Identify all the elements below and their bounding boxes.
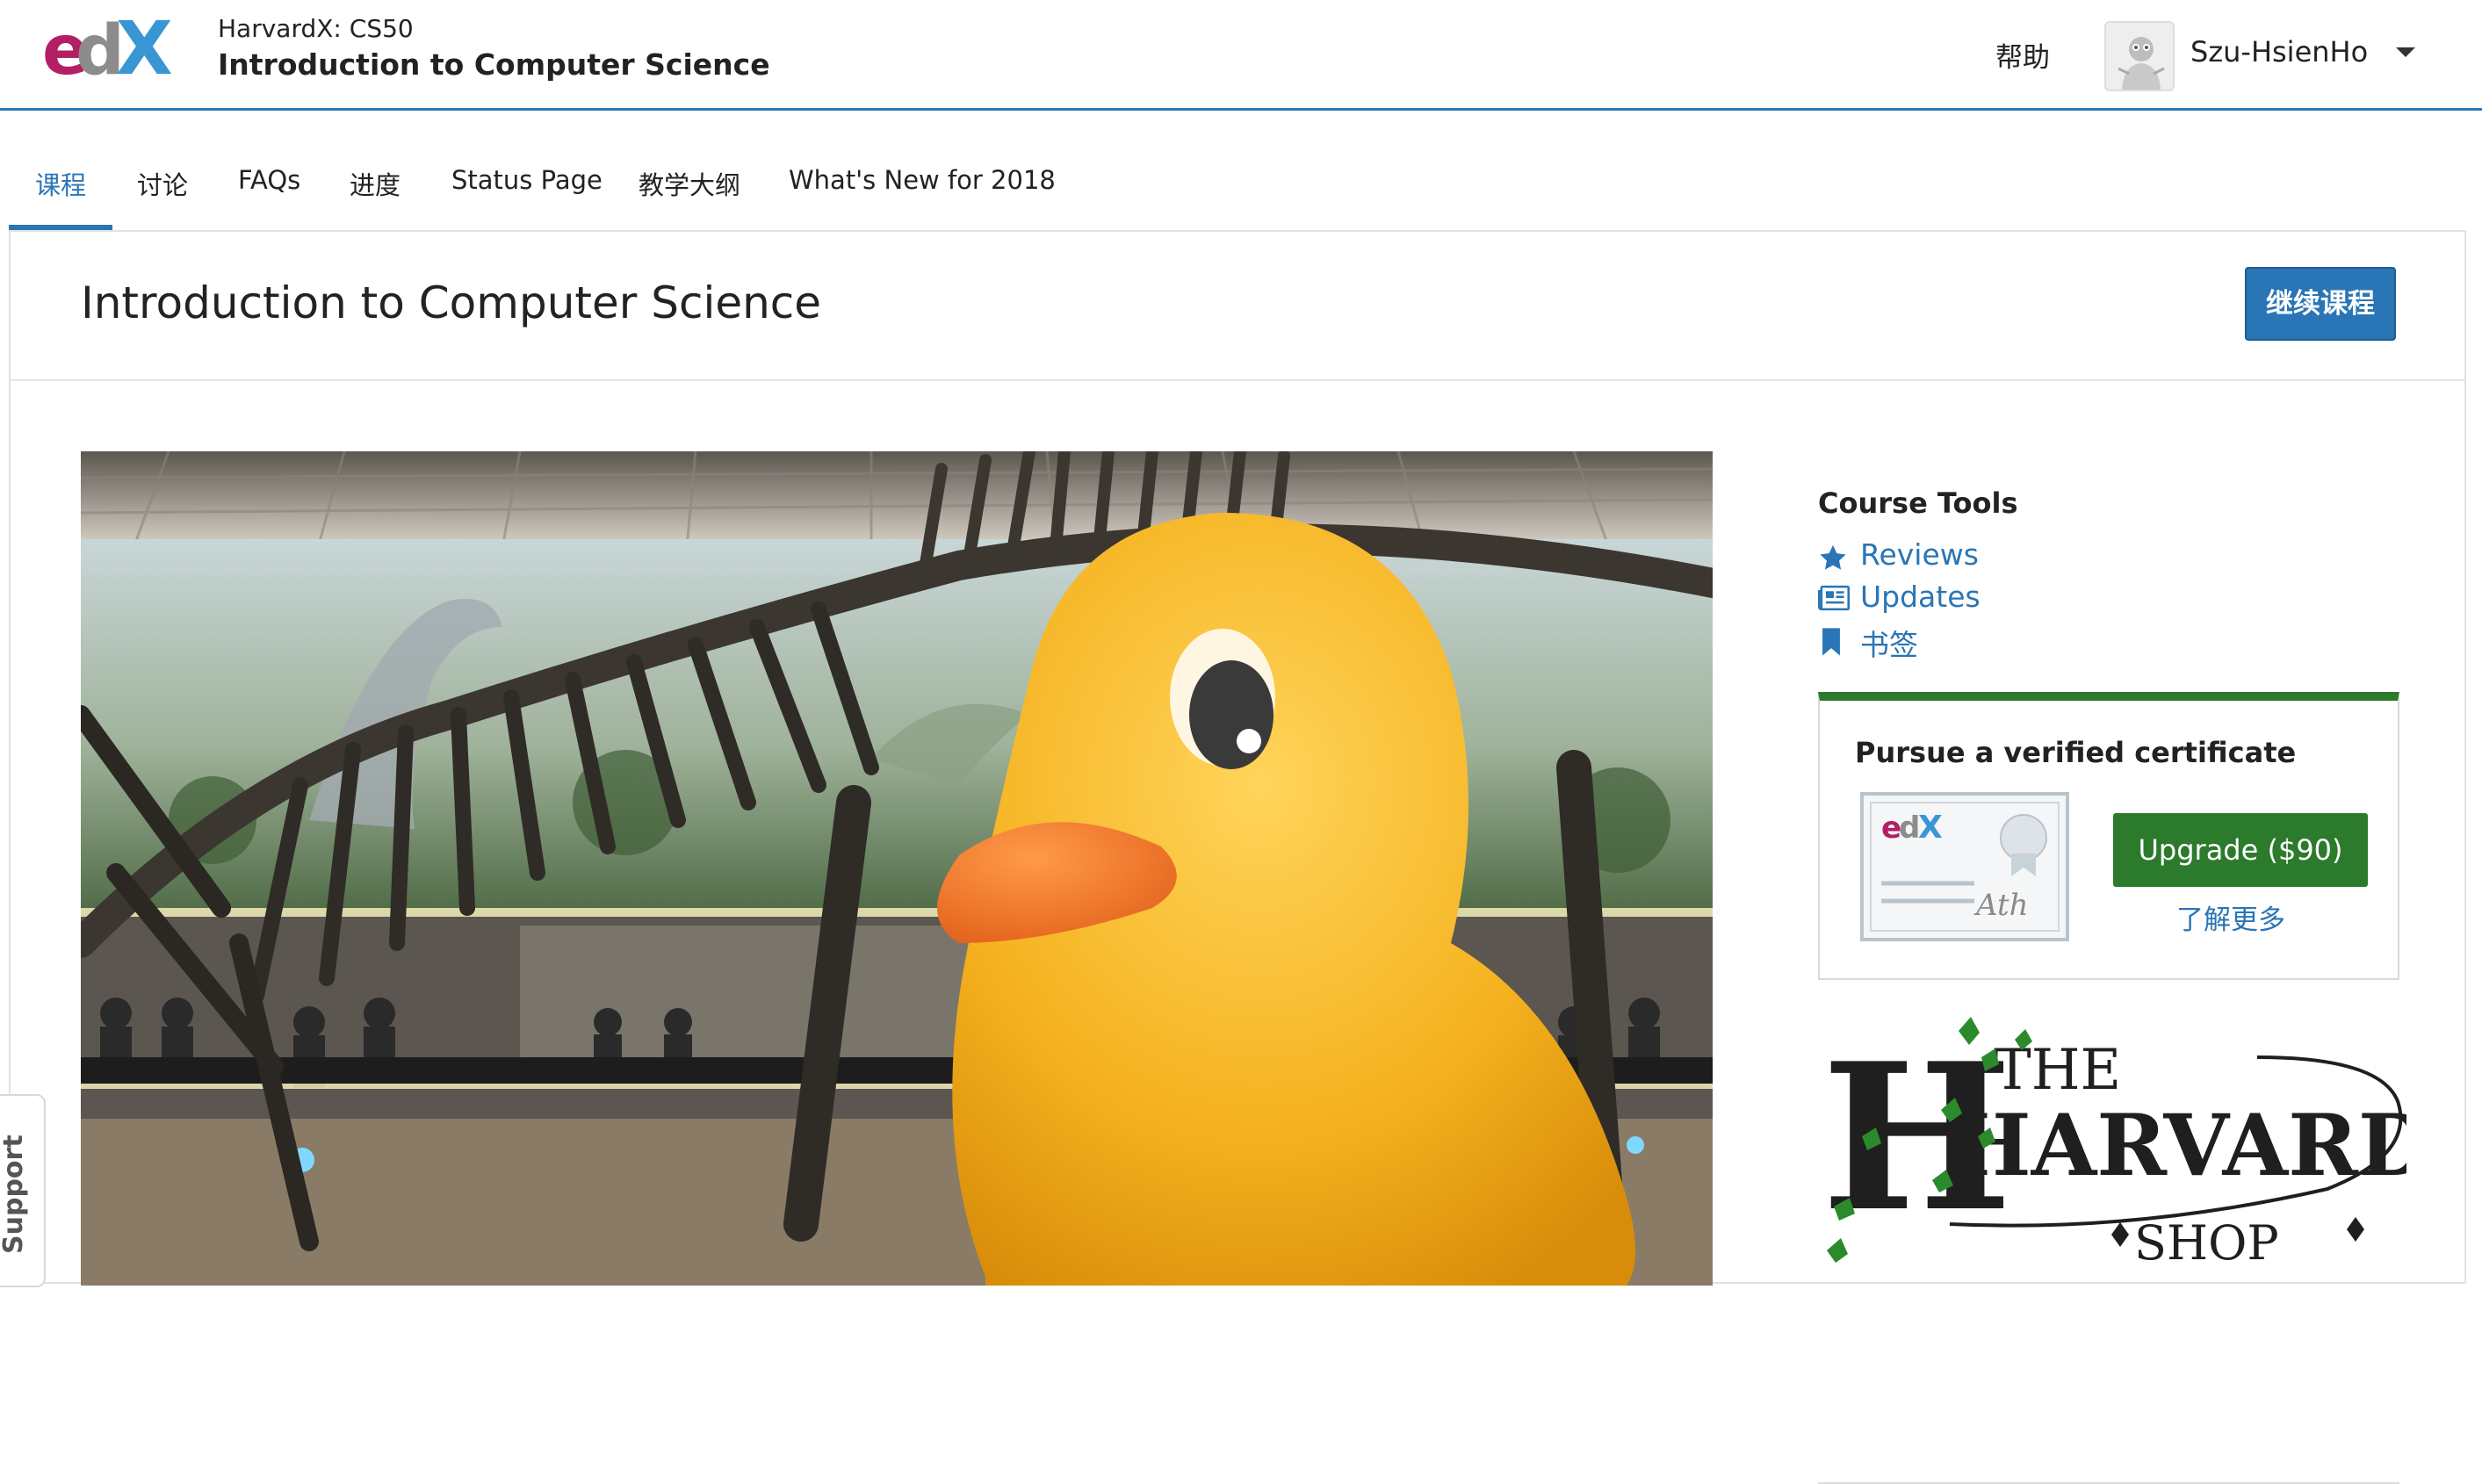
svg-text:X: X (1918, 810, 1943, 846)
user-avatar-icon (2106, 23, 2173, 90)
svg-text:d: d (1899, 810, 1920, 846)
certificate-signature: Ath (1973, 888, 2029, 923)
support-tab-label: Support (0, 1135, 29, 1254)
help-link[interactable]: 帮助 (1995, 35, 2050, 75)
course-tools-title: Course Tools (1818, 486, 2018, 520)
upgrade-title: Pursue a verified certificate (1855, 736, 2297, 769)
support-tab[interactable]: Support (0, 1094, 46, 1287)
shop-logo-shop: SHOP (2134, 1215, 2279, 1271)
username[interactable]: Szu-HsienHo (2190, 35, 2368, 68)
edx-logo[interactable]: e d X (42, 12, 184, 84)
shop-logo-the: THE (1994, 1038, 2121, 1103)
chevron-down-icon[interactable] (2396, 47, 2415, 57)
resume-course-button[interactable]: 继续课程 (2245, 267, 2396, 341)
avatar[interactable] (2104, 21, 2175, 91)
tab-whats-new[interactable]: What's New for 2018 (789, 149, 1056, 230)
svg-text:X: X (116, 12, 173, 84)
page-title: Introduction to Computer Science (81, 277, 822, 328)
upgrade-panel: Pursue a verified certificate e d X Ath … (1818, 692, 2399, 980)
shop-logo-harvard: HARVARD (1952, 1096, 2406, 1195)
tab-course[interactable]: 课程 (8, 149, 113, 230)
tool-link-label: 书签 (1860, 628, 1918, 662)
star-icon (1820, 544, 1846, 570)
page-header: Introduction to Computer Science 继续课程 (11, 232, 2464, 381)
certificate-icon: e d X Ath (1860, 792, 2069, 941)
learn-more-link[interactable]: 了解更多 (2176, 897, 2285, 937)
bookmark-icon (1822, 628, 1840, 656)
site-header: e d X HarvardX: CS50 Introduction to Com… (0, 0, 2482, 111)
tool-link-label: Reviews (1860, 537, 1979, 572)
course-hero-image (81, 451, 1713, 1286)
tab-progress[interactable]: 进度 (350, 149, 400, 230)
tab-faqs[interactable]: FAQs (238, 149, 300, 230)
tab-discussion[interactable]: 讨论 (137, 149, 188, 230)
harvard-shop-logo[interactable]: H THE HARVARD SHOP (1818, 1005, 2406, 1277)
course-name: Introduction to Computer Science (218, 47, 770, 82)
course-org: HarvardX: CS50 (218, 14, 414, 43)
tool-link-label: Updates (1860, 580, 1981, 614)
tab-status-page[interactable]: Status Page (451, 149, 602, 230)
upgrade-button[interactable]: Upgrade ($90) (2113, 813, 2368, 887)
course-tabs: 课程 讨论 FAQs 进度 Status Page 教学大纲 What's Ne… (0, 149, 2482, 230)
course-outline-card: Introduction to Computer Science 继续课程 Co… (9, 230, 2466, 1484)
tab-syllabus[interactable]: 教学大纲 (639, 149, 740, 230)
newspaper-icon (1818, 585, 1850, 611)
